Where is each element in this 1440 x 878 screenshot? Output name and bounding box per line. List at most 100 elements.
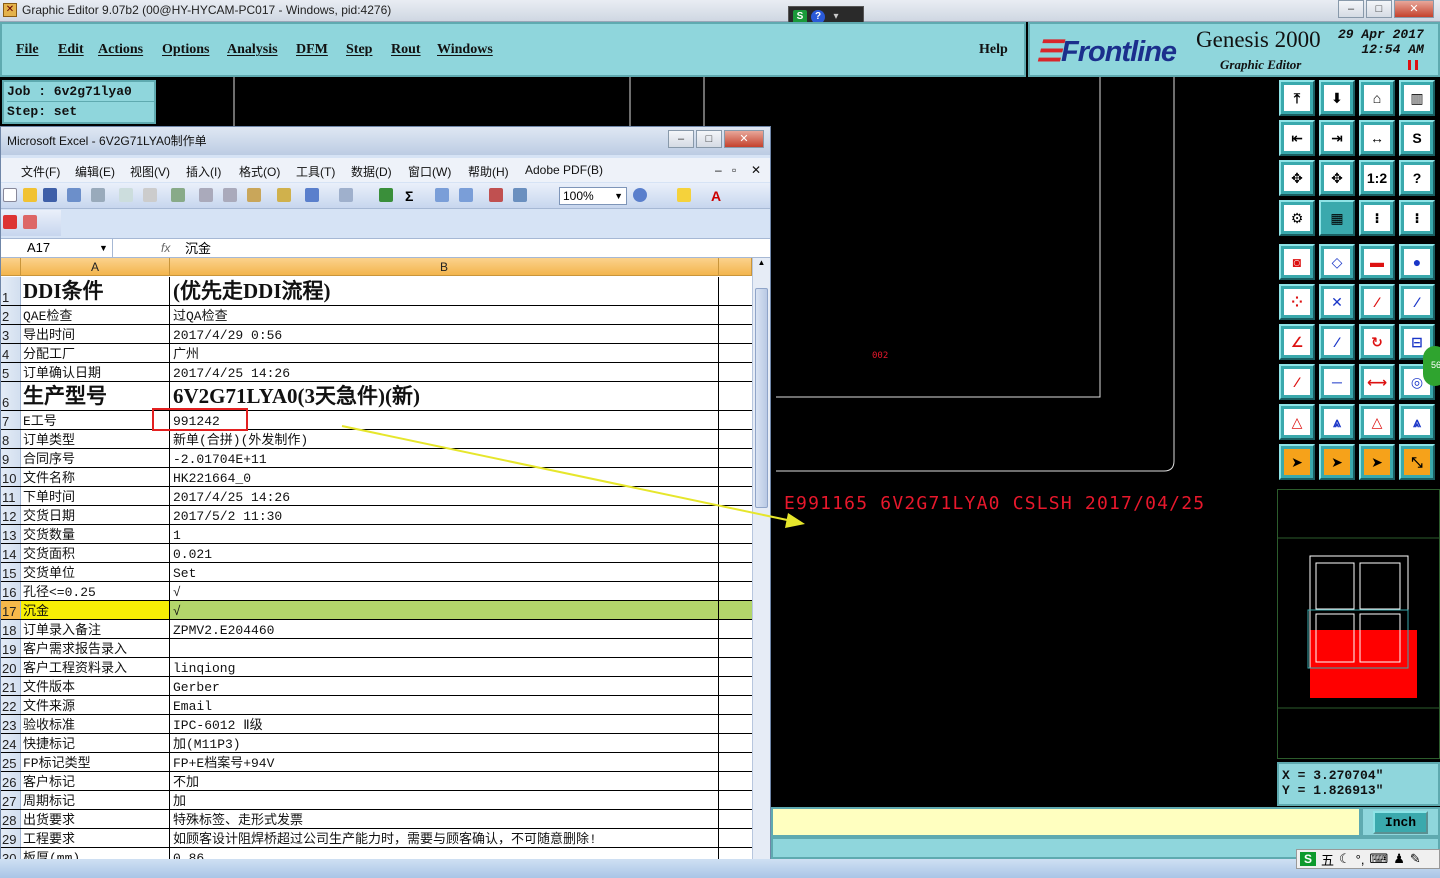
excel-menu-window[interactable]: 窗口(W) [408,163,451,180]
cell-a[interactable]: 合同序号 [21,449,170,467]
pdf-icon[interactable] [3,215,17,229]
permission-icon[interactable] [67,188,81,202]
ime-mode[interactable]: 五 [1321,850,1334,869]
ruler-icon[interactable]: ▬ [1359,244,1395,280]
row-header[interactable]: 15 [1,563,21,581]
doc-close-icon[interactable]: ✕ [751,163,761,177]
ime-toolbar[interactable]: S 五 ☾ °, ⌨ ♟ ✎ [1296,849,1440,869]
cell-b[interactable]: Email [170,696,719,714]
cell-b[interactable]: √ [170,601,719,619]
table-row[interactable]: 4 分配工厂 广州 [1,344,752,363]
excel-menu-edit[interactable]: 编辑(E) [75,163,115,180]
table-row[interactable]: 21 文件版本 Gerber [1,677,752,696]
cell-b[interactable]: IPC-6012 Ⅱ级 [170,715,719,733]
cell-c[interactable] [719,563,752,581]
cell-b[interactable]: -2.01704E+11 [170,449,719,467]
diag-node-icon[interactable]: ⁄ [1279,364,1315,400]
fill-color-icon[interactable] [677,188,691,202]
table-row[interactable]: 20 客户工程资料录入 linqiong [1,658,752,677]
doc-restore-icon[interactable]: ▫ [732,163,736,177]
row-header[interactable]: 27 [1,791,21,809]
row-header[interactable]: 21 [1,677,21,695]
table-row[interactable]: 6 生产型号 6V2G71LYA0(3天急件)(新) [1,382,752,411]
cell-a[interactable]: 文件来源 [21,696,170,714]
excel-menu-help[interactable]: 帮助(H) [468,163,509,180]
cell-a[interactable]: 文件名称 [21,468,170,486]
cell-b[interactable]: 加(M11P3) [170,734,719,752]
cell-a[interactable]: 出货要求 [21,810,170,828]
cell-c[interactable] [719,449,752,467]
cell-b[interactable]: 不加 [170,772,719,790]
select-alt-icon[interactable]: ➤ [1359,444,1395,480]
nodes-icon[interactable]: ⁘ [1279,284,1315,320]
cell-b[interactable] [170,639,719,657]
cell-b[interactable]: 2017/4/25 14:26 [170,487,719,505]
cell-a[interactable]: 分配工厂 [21,344,170,362]
excel-minimize-button[interactable]: – [668,130,694,148]
cell-c[interactable] [719,753,752,771]
format-painter-icon[interactable] [277,188,291,202]
excel-menu-view[interactable]: 视图(V) [130,163,170,180]
table-row[interactable]: 22 文件来源 Email [1,696,752,715]
cell-c[interactable] [719,791,752,809]
user-icon[interactable]: ♟ [1393,851,1405,867]
excel-close-button[interactable]: ✕ [724,130,764,148]
cell-a[interactable]: 订单类型 [21,430,170,448]
layers-icon[interactable]: ▥ [1399,80,1435,116]
features-icon[interactable]: ⁝ [1359,200,1395,236]
spelling-icon[interactable] [143,188,157,202]
sogou-icon[interactable]: S [1300,852,1316,866]
cell-a[interactable]: 沉金 [21,601,170,619]
down-icon[interactable]: ⬇ [1319,80,1355,116]
cell-c[interactable] [719,620,752,638]
pause-icon[interactable] [1408,60,1418,70]
cell-b[interactable]: FP+E档案号+94V [170,753,719,771]
zoom-select[interactable]: 100% ▼ [559,187,627,205]
side-badge[interactable]: 56 [1423,346,1440,386]
cell-b[interactable]: 2017/4/29 0:56 [170,325,719,343]
table-row[interactable]: 11 下单时间 2017/4/25 14:26 [1,487,752,506]
drawing-icon[interactable] [513,188,527,202]
row-header[interactable]: 24 [1,734,21,752]
open-icon[interactable] [23,188,37,202]
table-row[interactable]: 13 交货数量 1 [1,525,752,544]
up-icon[interactable]: ⤒ [1279,80,1315,116]
circle-icon[interactable]: ● [1399,244,1435,280]
help-icon[interactable]: ? [1399,160,1435,196]
row-header[interactable]: 13 [1,525,21,543]
cell-b[interactable]: √ [170,582,719,600]
cell-a[interactable]: 孔径<=0.25 [21,582,170,600]
cell-a[interactable]: 生产型号 [21,382,170,410]
menu-options[interactable]: Options [162,42,209,58]
rotate-icon[interactable]: ↻ [1359,324,1395,360]
cell-c[interactable] [719,487,752,505]
angle-icon[interactable]: ∠ [1279,324,1315,360]
cell-b[interactable]: (优先走DDI流程) [170,277,719,305]
cell-a[interactable]: 快捷标记 [21,734,170,752]
select-icon[interactable]: ➤ [1319,444,1355,480]
triangle-arrow-icon[interactable]: ⩓ [1319,404,1355,440]
help-icon[interactable] [633,188,647,202]
cell-c[interactable] [719,525,752,543]
cell-c[interactable] [719,363,752,381]
select-all-corner[interactable] [1,258,21,276]
cell-a[interactable]: QAE检查 [21,306,170,324]
cell-b[interactable]: HK221664_0 [170,468,719,486]
cell-a[interactable]: 交货数量 [21,525,170,543]
swap-icon[interactable]: ↔ [1359,120,1395,156]
pointer-icon[interactable]: ➤ [1279,444,1315,480]
row-header[interactable]: 25 [1,753,21,771]
print-icon[interactable] [91,188,105,202]
cell-b[interactable]: ZPMV2.E204460 [170,620,719,638]
grid-icon[interactable]: ▦ [1319,200,1355,236]
table-row[interactable]: 1 DDI条件 (优先走DDI流程) [1,277,752,306]
menu-rout[interactable]: Rout [391,42,421,58]
cell-c[interactable] [719,582,752,600]
snap-icon[interactable]: S [1399,120,1435,156]
line-alt-icon[interactable]: ⁄ [1399,284,1435,320]
column-header-c[interactable] [719,258,752,276]
table-row[interactable]: 8 订单类型 新单(合拼)(外发制作) [1,430,752,449]
research-icon[interactable] [171,188,185,202]
table-row[interactable]: 27 周期标记加 [1,791,752,810]
excel-maximize-button[interactable]: □ [696,130,722,148]
